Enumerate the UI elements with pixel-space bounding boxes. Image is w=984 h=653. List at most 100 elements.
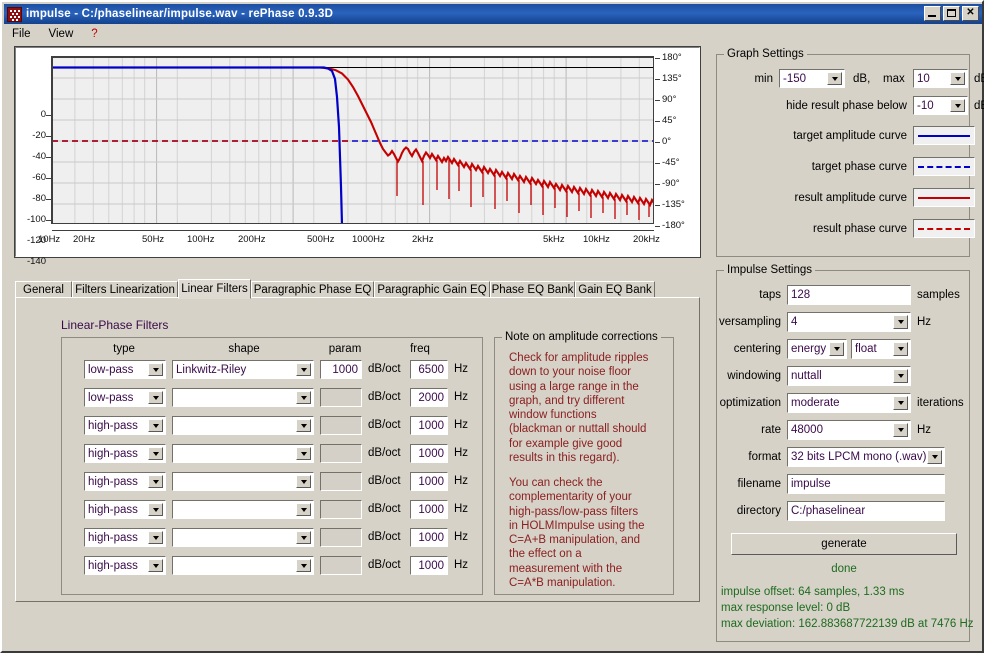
taps-input[interactable]: 128 [787, 285, 911, 305]
filter-type-combo[interactable]: high-pass [84, 500, 166, 519]
filter-shape-combo[interactable] [172, 472, 314, 491]
filter-freq-input[interactable]: 2000 [410, 388, 448, 407]
result-amplitude-curve-swatch[interactable] [913, 188, 975, 207]
generate-button[interactable]: generate [731, 533, 957, 555]
filter-freq-input[interactable]: 1000 [410, 500, 448, 519]
oversampling-combo[interactable]: 4 [787, 312, 911, 332]
y2-tick [655, 226, 660, 227]
y-axis-label-m60: -60 [32, 172, 46, 183]
tab-general[interactable]: General [15, 281, 72, 298]
tab-strip: General Filters Linearization Linear Fil… [15, 279, 700, 299]
y2-tick [655, 205, 660, 206]
centering-mode-value: energy [791, 343, 827, 355]
chevron-down-icon[interactable] [893, 423, 908, 437]
filter-shape-combo[interactable] [172, 388, 314, 407]
tab-paragraphic-gain-eq[interactable]: Paragraphic Gain EQ [374, 281, 490, 298]
chevron-down-icon[interactable] [296, 559, 311, 572]
minimize-button[interactable] [924, 6, 941, 21]
filter-freq-input[interactable]: 6500 [410, 360, 448, 379]
chevron-down-icon[interactable] [893, 315, 908, 329]
filename-input[interactable]: impulse [787, 474, 945, 494]
column-header-shape: shape [228, 343, 260, 355]
chevron-down-icon[interactable] [148, 531, 163, 544]
optimization-combo[interactable]: moderate [787, 393, 911, 413]
filter-shape-combo[interactable] [172, 444, 314, 463]
filter-type-combo[interactable]: high-pass [84, 556, 166, 575]
chevron-down-icon[interactable] [148, 363, 163, 376]
chevron-down-icon[interactable] [827, 72, 842, 85]
filter-type-combo[interactable]: high-pass [84, 444, 166, 463]
filter-freq-input[interactable]: 1000 [410, 556, 448, 575]
chevron-down-icon[interactable] [893, 369, 908, 383]
chevron-down-icon[interactable] [893, 342, 908, 356]
chevron-down-icon[interactable] [148, 447, 163, 460]
centering-type-combo[interactable]: float [851, 339, 911, 359]
response-graph[interactable]: 0 -20 -40 -60 -80 -100 -120 -140 180° 13… [14, 46, 701, 267]
close-button[interactable]: ✕ [962, 6, 979, 21]
y2-tick [655, 100, 660, 101]
filter-type-value: high-pass [88, 475, 138, 488]
filter-type-combo[interactable]: high-pass [84, 472, 166, 491]
filter-shape-combo[interactable] [172, 416, 314, 435]
max-db-value: 10 [917, 72, 930, 85]
chevron-down-icon[interactable] [148, 419, 163, 432]
chevron-down-icon[interactable] [927, 450, 942, 464]
amplitude-corrections-note-group: Note on amplitude corrections Check for … [494, 331, 674, 595]
hide-phase-combo[interactable]: -10 [913, 96, 968, 115]
chevron-down-icon[interactable] [296, 419, 311, 432]
menu-item-view[interactable]: View [49, 28, 74, 40]
x-axis-label-200hz: 200Hz [238, 234, 266, 245]
tab-gain-eq-bank[interactable]: Gain EQ Bank [575, 281, 655, 298]
tab-paragraphic-phase-eq[interactable]: Paragraphic Phase EQ [251, 281, 374, 298]
filter-freq-input[interactable]: 1000 [410, 444, 448, 463]
format-combo[interactable]: 32 bits LPCM mono (.wav) [787, 447, 945, 467]
centering-mode-combo[interactable]: energy [787, 339, 847, 359]
result-phase-curve-swatch[interactable] [913, 219, 975, 238]
chevron-down-icon[interactable] [148, 503, 163, 516]
tab-filters-linearization[interactable]: Filters Linearization [72, 281, 178, 298]
filter-shape-combo[interactable]: Linkwitz-Riley [172, 360, 314, 379]
chevron-down-icon[interactable] [148, 559, 163, 572]
filter-type-combo[interactable]: high-pass [84, 528, 166, 547]
chevron-down-icon[interactable] [296, 391, 311, 404]
filter-param-unit-label: dB/oct [368, 531, 401, 543]
directory-input[interactable]: C:/phaselinear [787, 501, 945, 521]
menu-item-file[interactable]: File [12, 28, 31, 40]
chevron-down-icon[interactable] [148, 391, 163, 404]
tab-phase-eq-bank[interactable]: Phase EQ Bank [490, 281, 575, 298]
min-db-combo[interactable]: -150 [779, 69, 845, 88]
result-ripple-nulls [396, 160, 650, 220]
filter-shape-combo[interactable] [172, 556, 314, 575]
filter-freq-input[interactable]: 1000 [410, 528, 448, 547]
chevron-down-icon[interactable] [148, 475, 163, 488]
filter-type-combo[interactable]: low-pass [84, 388, 166, 407]
tab-linear-filters[interactable]: Linear Filters [178, 279, 251, 299]
target-amplitude-curve-swatch[interactable] [913, 126, 975, 145]
filter-param-input[interactable]: 1000 [320, 360, 362, 379]
filter-freq-input[interactable]: 1000 [410, 416, 448, 435]
filter-shape-combo[interactable] [172, 528, 314, 547]
maximize-button[interactable] [943, 6, 960, 21]
chevron-down-icon[interactable] [950, 72, 965, 85]
section-title-linear-phase-filters: Linear-Phase Filters [61, 318, 169, 332]
chevron-down-icon[interactable] [296, 531, 311, 544]
filter-type-combo[interactable]: high-pass [84, 416, 166, 435]
chevron-down-icon[interactable] [296, 503, 311, 516]
target-phase-curve-swatch[interactable] [913, 157, 975, 176]
y-tick [46, 157, 51, 158]
menu-item-help[interactable]: ? [91, 28, 97, 40]
max-db-combo[interactable]: 10 [913, 69, 968, 88]
filters-table-group: type shape param freq low-pass Linkwitz-… [61, 337, 483, 595]
chevron-down-icon[interactable] [829, 342, 844, 356]
chevron-down-icon[interactable] [296, 447, 311, 460]
filter-type-combo[interactable]: low-pass [84, 360, 166, 379]
chevron-down-icon[interactable] [296, 363, 311, 376]
rate-combo[interactable]: 48000 [787, 420, 911, 440]
windowing-combo[interactable]: nuttall [787, 366, 911, 386]
filter-shape-combo[interactable] [172, 500, 314, 519]
chevron-down-icon[interactable] [296, 475, 311, 488]
close-icon: ✕ [966, 7, 975, 18]
chevron-down-icon[interactable] [893, 396, 908, 410]
filter-freq-input[interactable]: 1000 [410, 472, 448, 491]
chevron-down-icon[interactable] [950, 99, 965, 112]
